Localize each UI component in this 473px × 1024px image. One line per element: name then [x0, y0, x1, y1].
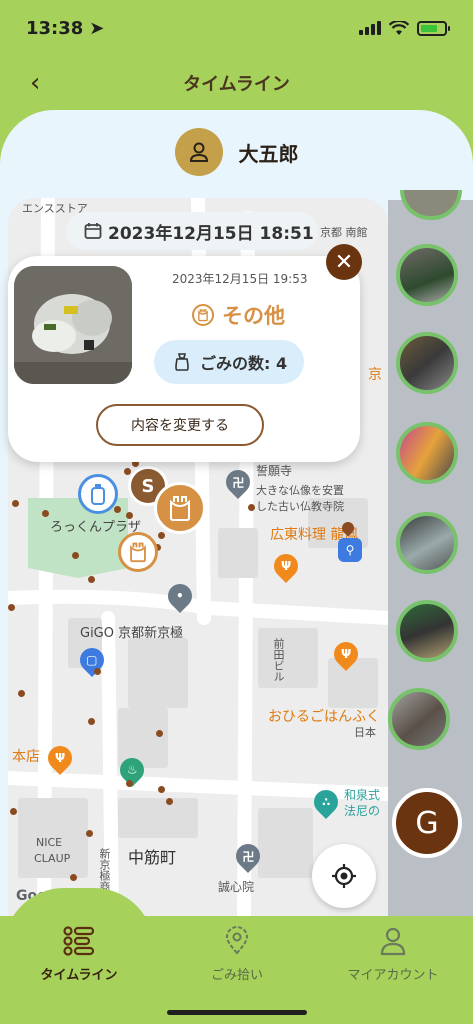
marker-s-label: S: [141, 475, 155, 497]
popup-timestamp: 2023年12月15日 19:53: [172, 272, 308, 286]
back-chevron-icon[interactable]: ‹: [30, 68, 40, 98]
user-avatar[interactable]: [174, 128, 223, 176]
restroom-icon[interactable]: ⚲: [338, 538, 362, 562]
trash-dot[interactable]: [12, 500, 19, 507]
popup-category-label: その他: [222, 304, 285, 328]
status-time: 13:38: [26, 17, 84, 39]
page-title: タイムライン: [183, 74, 290, 95]
map-label-seiganji-desc2: した古い仏教寺院: [256, 500, 344, 513]
bag-marker-icon[interactable]: [118, 532, 158, 572]
timeline-thumb-4[interactable]: [396, 512, 458, 574]
trash-dot[interactable]: [8, 604, 15, 611]
map-label-nice: NICE: [36, 836, 63, 849]
map-label-izumishiki1: 和泉式: [344, 788, 381, 802]
map-label-temple-top: 京都 南館: [320, 226, 368, 239]
nav-tab-gomi[interactable]: ごみ拾い: [162, 926, 312, 983]
trash-photo-image: [14, 266, 132, 384]
trash-dot[interactable]: [124, 468, 131, 475]
home-indicator: [167, 1010, 307, 1015]
trash-count-label: ごみの数: 4: [200, 354, 288, 373]
map-label-nihon: 日本: [354, 726, 376, 739]
map-label-maeda: 前田ビル: [272, 638, 285, 682]
battery-icon: [417, 20, 450, 36]
trash-bag-icon: [175, 353, 189, 371]
trash-count-pill: ごみの数: 4: [154, 340, 304, 384]
trash-dot[interactable]: [86, 830, 93, 837]
wifi-icon: [389, 20, 409, 35]
trash-dot[interactable]: [114, 506, 121, 513]
map-label-honten: 本店: [12, 749, 40, 765]
header: ‹ タイムライン: [0, 56, 473, 110]
close-icon[interactable]: ✕: [326, 244, 362, 280]
nav-label-timeline: タイムライン: [40, 968, 118, 983]
location-arrow-icon: ➤: [89, 17, 105, 39]
selected-bag-marker-icon[interactable]: [154, 482, 206, 534]
trash-dot[interactable]: [88, 718, 95, 725]
trash-detail-popup: 2023年12月15日 19:53 その他 ごみの数: 4 内容を変更する: [8, 256, 360, 462]
map-label-gigo: GiGO 京都新京極: [80, 626, 184, 641]
bag-icon: [170, 496, 190, 521]
map-label-seishinin: 誠心院: [218, 880, 255, 894]
trash-dot[interactable]: [158, 786, 165, 793]
trash-dot[interactable]: [126, 780, 133, 787]
map-pin-icon: [225, 926, 249, 955]
trash-dot[interactable]: [88, 576, 95, 583]
trash-dot[interactable]: [158, 532, 165, 539]
trash-dot[interactable]: [248, 504, 255, 511]
bag-icon-2: [130, 542, 146, 563]
trash-dot[interactable]: [94, 668, 101, 675]
user-name: 大五郎: [238, 141, 299, 166]
date-chip-label: 2023年12月15日 18:51: [108, 223, 314, 244]
map-label-nakasuji: 中筋町: [128, 848, 177, 867]
timeline-thumb-1[interactable]: [396, 244, 458, 306]
trash-dot[interactable]: [72, 552, 79, 559]
map-label-izumishiki2: 法尼の: [344, 804, 381, 818]
timeline-thumb-6[interactable]: [388, 688, 450, 750]
map-label-park: ろっくんプラザ: [50, 520, 142, 535]
my-location-button[interactable]: [312, 844, 376, 908]
timeline-thumb-5[interactable]: [396, 600, 458, 662]
trash-dot[interactable]: [70, 874, 77, 881]
map-label-claup: CLAUP: [34, 852, 71, 865]
trash-dot[interactable]: [156, 730, 163, 737]
bottom-nav: タイムライン ごみ拾い マイアカウント: [0, 888, 473, 1024]
timeline-thumb-3[interactable]: [396, 422, 458, 484]
nav-tab-timeline[interactable]: タイムライン: [4, 926, 154, 983]
trash-dot[interactable]: [42, 510, 49, 517]
person-icon: [189, 142, 208, 162]
bottle-marker-icon[interactable]: [78, 474, 118, 514]
trash-dot[interactable]: [166, 798, 173, 805]
crosshair-icon: [332, 864, 356, 888]
trash-dot[interactable]: [18, 690, 25, 697]
status-bar: 13:38 ➤: [0, 0, 473, 56]
date-chip: 2023年12月15日 18:51: [66, 212, 318, 250]
timeline-thumb-0[interactable]: [400, 190, 462, 220]
map-label-ohiru: おひるごはんふく: [268, 709, 380, 725]
calendar-icon: [84, 223, 102, 239]
map-label-kyo: 京: [368, 367, 382, 383]
person-outline-icon: [380, 927, 406, 956]
nav-label-account: マイアカウント: [347, 968, 439, 983]
bag-category-icon: [192, 304, 214, 326]
timeline-icon: [63, 926, 95, 956]
map-label-seiganji: 誓願寺: [256, 464, 293, 478]
nav-tab-account[interactable]: マイアカウント: [318, 926, 468, 983]
timeline-thumb-2[interactable]: [396, 332, 458, 394]
bottle-icon: [91, 484, 105, 505]
trash-photo[interactable]: [14, 266, 132, 384]
trash-dot[interactable]: [10, 808, 17, 815]
popup-category: その他: [192, 300, 285, 330]
user-row: 大五郎: [0, 124, 473, 180]
profile-fab-button[interactable]: G: [392, 788, 462, 858]
change-content-button[interactable]: 内容を変更する: [96, 404, 264, 446]
map-label-seiganji-desc1: 大きな仏像を安置: [256, 484, 344, 497]
signal-icon: [359, 21, 381, 35]
nav-label-gomi: ごみ拾い: [210, 968, 263, 983]
trash-dot[interactable]: [126, 512, 133, 519]
